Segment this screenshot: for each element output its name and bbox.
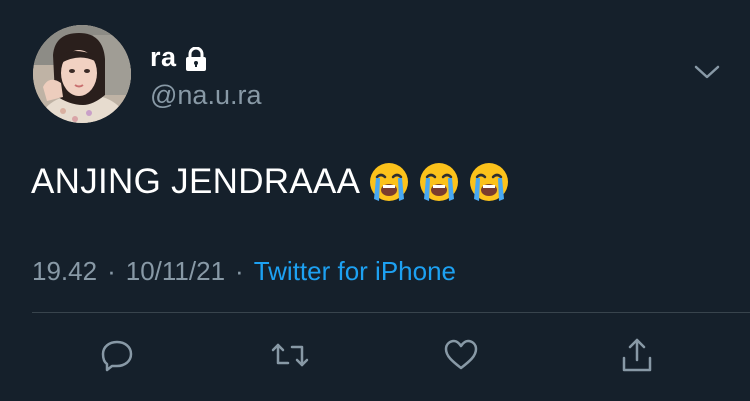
- avatar[interactable]: [33, 25, 131, 123]
- reply-button[interactable]: [97, 337, 137, 377]
- lock-icon: [185, 46, 207, 71]
- retweet-icon: [270, 337, 310, 378]
- meta-separator: ·: [235, 256, 244, 286]
- loudly-crying-face-icon: [468, 161, 510, 203]
- like-button[interactable]: [441, 337, 481, 377]
- user-handle[interactable]: @na.u.ra: [150, 80, 261, 111]
- tweet-date: 10/11/21: [125, 256, 226, 286]
- reply-icon: [99, 337, 135, 378]
- meta-separator: ·: [107, 256, 116, 286]
- tweet-body: ANJING JENDRAAA: [31, 161, 510, 203]
- divider: [32, 312, 750, 313]
- tweet-time: 19.42: [32, 256, 98, 286]
- source-link[interactable]: Twitter for iPhone: [254, 256, 456, 287]
- retweet-button[interactable]: [270, 337, 310, 377]
- action-bar: [0, 337, 750, 377]
- loudly-crying-face-icon: [418, 161, 460, 203]
- chevron-down-icon[interactable]: [692, 62, 722, 87]
- display-name[interactable]: ra: [150, 42, 177, 73]
- display-name-row: ra: [150, 42, 207, 73]
- tweet-card: ra @na.u.ra ANJING JENDRAAA 19.42 · 10/1…: [0, 0, 750, 401]
- tweet-text: ANJING JENDRAAA: [31, 162, 361, 201]
- share-button[interactable]: [617, 337, 657, 377]
- loudly-crying-face-icon: [368, 161, 410, 203]
- like-icon: [442, 337, 480, 378]
- share-icon: [619, 336, 655, 379]
- tweet-meta: 19.42 · 10/11/21 · Twitter for iPhone: [32, 256, 456, 287]
